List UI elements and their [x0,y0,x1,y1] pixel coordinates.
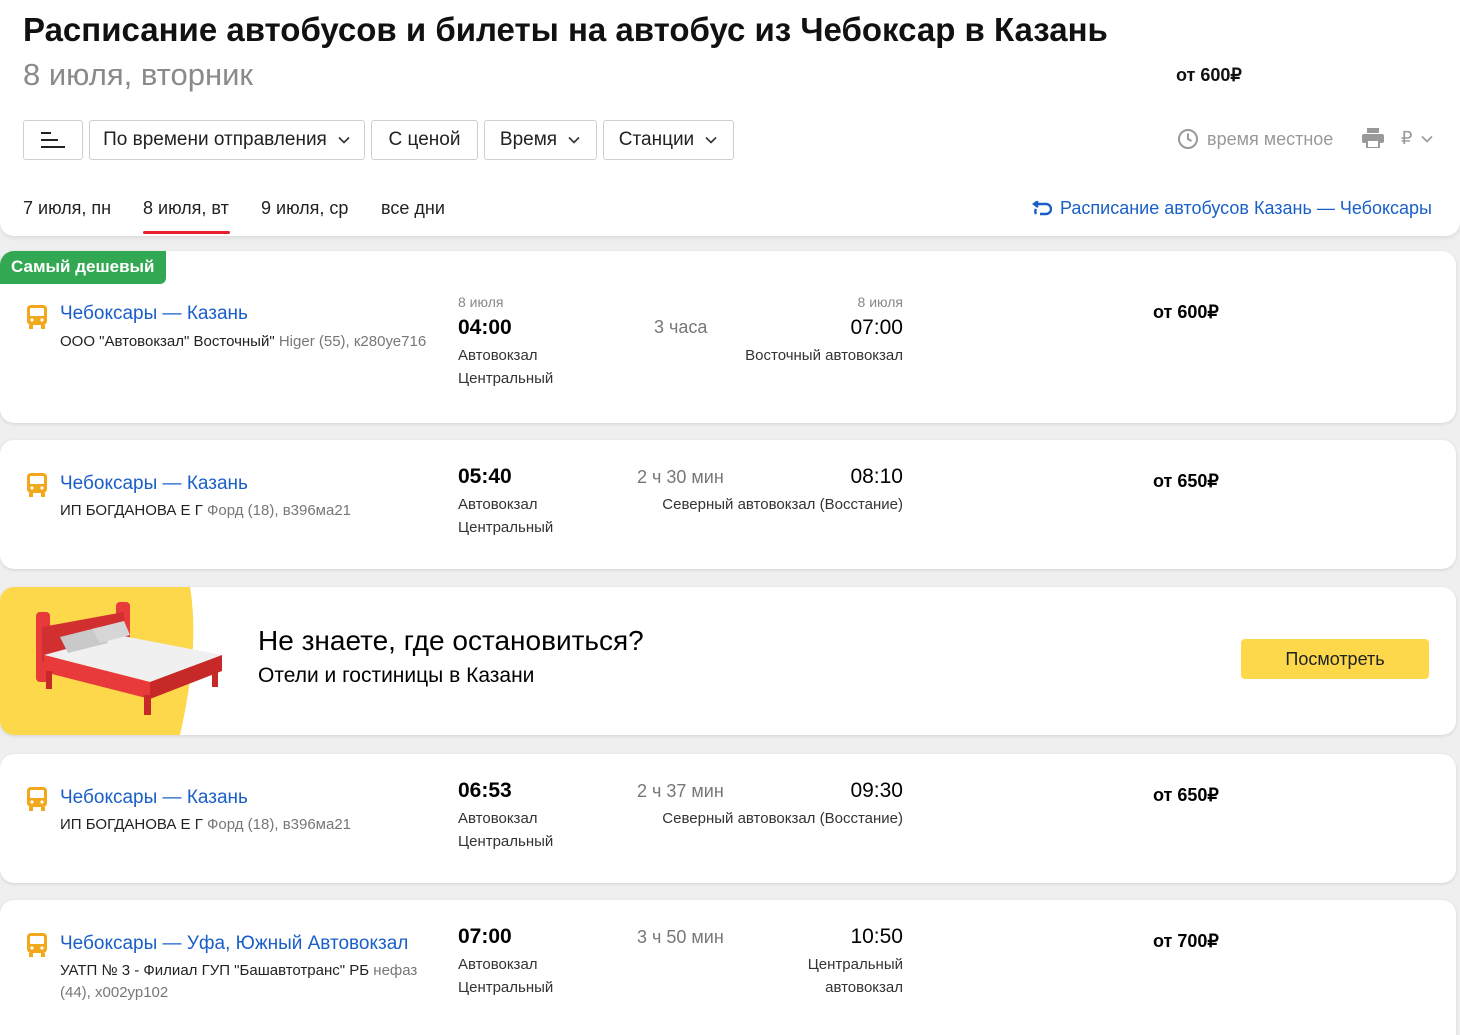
trip-price: от 650₽ [1153,785,1219,805]
bus-icon [27,787,47,811]
trip-card[interactable]: Чебоксары — Казань ИП БОГДАНОВА Е Г Форд… [0,440,1456,569]
page-title: Расписание автобусов и билеты на автобус… [23,11,1108,48]
sort-lines-icon [41,132,65,148]
carrier-name: ИП БОГДАНОВА Е Г [60,502,203,519]
reverse-route-link[interactable]: Расписание автобусов Казань — Чебоксары [1030,198,1432,219]
currency-label: ₽ [1401,128,1413,148]
departure-time: 05:40 [458,465,512,488]
arrival-station: Центральный автовокзал [807,956,903,996]
carrier-info: ИП БОГДАНОВА Е Г Форд (18), в396ма21 [60,814,440,836]
departure-time: 07:00 [458,925,512,948]
trip-duration: 2 ч 37 мин [637,781,724,801]
date-tab-current[interactable]: 8 июля, вт [143,198,229,219]
trip-duration: 3 ч 50 мин [637,927,724,947]
carrier-name: УАТП № 3 - Филиал ГУП "Башавтотранс" РБ [60,962,370,979]
promo-title: Не знаете, где остановиться? [258,625,644,656]
carrier-info: ИП БОГДАНОВА Е Г Форд (18), в396ма21 [60,500,440,522]
trip-price: от 700₽ [1153,931,1219,951]
departure-time: 04:00 [458,316,512,339]
date-tab-next[interactable]: 9 июля, ср [261,198,348,219]
promo-subtitle: Отели и гостиницы в Казани [258,664,535,687]
arrival-time: 07:00 [850,316,903,339]
sort-select[interactable]: По времени отправления [89,120,365,160]
bus-info: Форд (18), в396ма21 [207,502,352,519]
time-filter-label: Время [499,129,558,150]
carrier-name: ИП БОГДАНОВА Е Г [60,816,203,833]
clock-icon [1178,129,1198,149]
bus-info: Форд (18), в396ма21 [207,816,352,833]
reverse-route-label: Расписание автобусов Казань — Чебоксары [1060,198,1432,218]
chevron-down-icon [568,136,580,144]
sort-label: По времени отправления [103,129,327,150]
cheapest-badge: Самый дешевый [0,251,166,284]
view-hotels-button[interactable]: Посмотреть [1241,639,1429,679]
sort-direction-button[interactable] [23,120,83,160]
chevron-down-icon [1421,135,1434,143]
stations-filter-button[interactable]: Станции [603,120,734,160]
trip-price: от 600₽ [1153,302,1219,322]
carrier-name: ООО "Автовокзал" Восточный" [60,333,275,350]
trip-card[interactable]: Чебоксары — Казань ИП БОГДАНОВА Е Г Форд… [0,754,1456,883]
trip-price: от 650₽ [1153,471,1219,491]
carrier-info: ООО "Автовокзал" Восточный" Higer (55), … [60,331,440,353]
departure-time: 06:53 [458,779,512,802]
trip-duration: 2 ч 30 мин [637,467,724,487]
departure-station: Автовокзал Центральный [458,496,554,536]
chevron-down-icon [338,136,350,144]
trip-card[interactable]: Самый дешевый Чебоксары — Казань ООО "Ав… [0,251,1456,423]
local-time-note: время местное [1177,128,1333,150]
stations-filter-label: Станции [618,129,695,150]
route-link[interactable]: Чебоксары — Уфа, Южный Автовокзал [60,933,408,955]
route-link[interactable]: Чебоксары — Казань [60,303,248,325]
bed-illustration [0,587,222,735]
arrival-time: 09:30 [850,779,903,802]
printer-icon [1362,128,1384,148]
with-price-toggle[interactable]: С ценой [371,120,478,160]
trip-card[interactable]: Чебоксары — Уфа, Южный Автовокзал УАТП №… [0,900,1456,1035]
arrival-station: Северный автовокзал (Восстание) [662,810,903,827]
arrival-time: 08:10 [850,465,903,488]
local-time-label: время местное [1207,128,1334,149]
bus-icon [27,305,47,329]
time-filter-button[interactable]: Время [484,120,597,160]
departure-station: Автовокзал Центральный [458,810,554,850]
route-link[interactable]: Чебоксары — Казань [60,473,248,495]
departure-date: 8 июля [458,294,504,310]
date-tab-all[interactable]: все дни [381,198,445,219]
arrival-date: 8 июля [857,294,903,310]
selected-date: 8 июля, вторник [23,57,253,92]
route-link[interactable]: Чебоксары — Казань [60,787,248,809]
currency-select[interactable]: ₽ [1401,128,1434,149]
trip-duration: 3 часа [654,317,708,337]
reverse-arrows-icon [1032,200,1052,215]
hotel-promo-banner: Не знаете, где остановиться? Отели и гос… [0,587,1456,735]
arrival-station: Северный автовокзал (Восстание) [662,496,903,513]
date-tab-prev[interactable]: 7 июля, пн [23,198,111,219]
arrival-time: 10:50 [850,925,903,948]
carrier-info: УАТП № 3 - Филиал ГУП "Башавтотранс" РБ … [60,960,440,1004]
departure-station: Автовокзал Центральный [458,347,554,387]
header-panel: Расписание автобусов и билеты на автобус… [0,0,1460,236]
print-button[interactable] [1362,128,1384,148]
min-price: от 600₽ [1176,65,1242,85]
with-price-label: С ценой [388,129,461,150]
bus-icon [27,933,47,957]
active-date-underline [143,231,230,234]
bus-info: Higer (55), к280уе716 [278,333,427,350]
arrival-station: Восточный автовокзал [745,347,903,364]
departure-station: Автовокзал Центральный [458,956,554,996]
chevron-down-icon [705,136,717,144]
page-subtitle: от 600₽ 8 июля, вторник [23,54,1242,96]
bus-icon [27,473,47,497]
